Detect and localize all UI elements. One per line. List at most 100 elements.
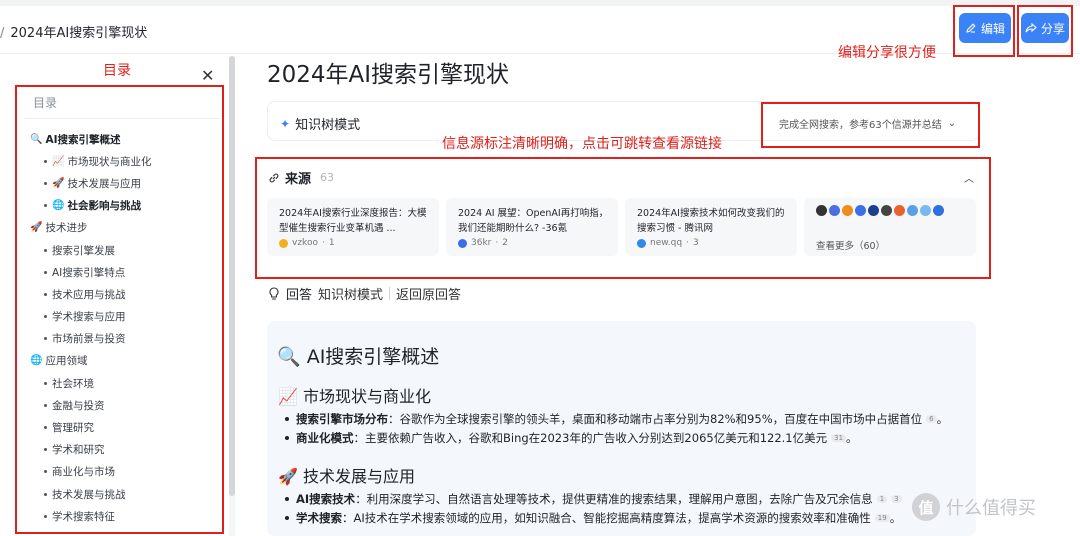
source-favicon-icon	[816, 205, 827, 216]
toc-divider	[24, 118, 220, 119]
toc-item[interactable]: 技术发展与挑战	[30, 483, 220, 505]
toc-item[interactable]: 🚀 技术进步	[30, 217, 220, 239]
vzkoo-favicon-icon	[279, 238, 288, 248]
share-button[interactable]: 分享	[1021, 13, 1069, 43]
toc-item-label: 商业化与市场	[52, 466, 115, 479]
answer-bullet: 学术搜索 ：AI技术在学术搜索领域的应用，如知识融合、智能挖掘高精度算法，提高学…	[285, 510, 901, 526]
toc-item-label: 技术应用与挑战	[52, 288, 126, 301]
bullet-dot	[44, 381, 47, 385]
bullet-dot	[44, 292, 47, 296]
more-sources-link[interactable]: 查看更多（60）	[816, 238, 885, 252]
toc-item[interactable]: 管理研究	[30, 416, 220, 438]
answer-bullet: AI搜索技术 ：利用深度学习、自然语言处理等技术，提供更精准的搜索结果，理解用户…	[285, 491, 902, 507]
source-favicon-icon	[842, 205, 853, 216]
answer-tab[interactable]: 回答	[286, 284, 312, 303]
toc-item[interactable]: AI搜索引擎特点	[30, 261, 220, 283]
toc-item[interactable]: 🚀 技术发展与应用	[30, 172, 220, 194]
bullet-dot	[44, 204, 47, 208]
toc-item-label: 金融与投资	[52, 399, 105, 412]
close-icon[interactable]: ✕	[201, 66, 214, 85]
citation-ref[interactable]: 31	[831, 434, 847, 442]
toc-emoji-icon: 🚀	[52, 177, 65, 189]
bullet-term: AI搜索技术	[296, 492, 356, 506]
section-heading: 📈 市场现状与商业化	[278, 387, 432, 406]
source-card[interactable]: 2024 AI 展望：OpenAI再打响指，我们还能期盼什么? -36氪 36k…	[446, 198, 618, 256]
annotation-edit-share: 编辑分享很方便	[838, 45, 936, 61]
more-sources-card[interactable]: 查看更多（60）	[804, 198, 976, 256]
toc-item[interactable]: 🔍 AI搜索引擎概述	[30, 128, 220, 150]
knowledge-tree-mode[interactable]: ✦ 知识树模式	[280, 114, 361, 134]
watermark-text: 什么值得买	[946, 498, 1036, 519]
source-favicon-icon	[855, 205, 866, 216]
source-site: new.qq	[650, 238, 683, 248]
chevron-up-icon[interactable]: ︿	[964, 170, 974, 185]
toc-item[interactable]: 学术搜索与应用	[30, 306, 220, 328]
toc-item-label: 技术发展与挑战	[52, 488, 126, 501]
citation-ref[interactable]: 1	[876, 495, 888, 503]
back-to-original-link[interactable]: 返回原回答	[396, 284, 461, 303]
answer-bar: 回答 知识树模式 返回原回答	[268, 284, 461, 303]
share-icon	[1025, 22, 1037, 33]
knowledge-tree-label: 知识树模式	[295, 118, 361, 133]
sidebar-scrollbar-thumb[interactable]	[229, 56, 235, 496]
breadcrumb-title[interactable]: 2024年AI搜索引擎现状	[10, 26, 147, 41]
page: /2024年AI搜索引擎现状 编辑 分享 编辑分享很方便 目录 ✕ 目录 🔍 AI…	[0, 0, 1080, 536]
toc-item[interactable]: 🌐 社会影响与挑战	[30, 195, 220, 217]
citation-ref[interactable]: 19	[874, 514, 890, 522]
source-favicon-icon	[933, 205, 944, 216]
toc-item[interactable]: 社会环境	[30, 372, 220, 394]
toc-item-label: 学术和研究	[52, 444, 105, 457]
bullet-dot	[44, 470, 47, 474]
toc-list: 🔍 AI搜索引擎概述 📈 市场现状与商业化 🚀 技术发展与应用 🌐 社会影响与挑战 🚀 技术进步搜…	[30, 128, 220, 527]
toc-title: 目录	[33, 96, 58, 110]
bullet-text: ：谷歌作为全球搜索引擎的领头羊，桌面和移动端市占率分别为82%和95%，百度在中…	[388, 412, 923, 426]
source-card-title: 2024 AI 展望：OpenAI再打响指，我们还能期盼什么? -36氪	[458, 208, 609, 234]
knowledge-tree-tab[interactable]: 知识树模式	[318, 284, 383, 303]
watermark: 值 什么值得买	[912, 493, 1036, 521]
source-card-meta: vzkoo · 1	[279, 238, 335, 248]
toc-item-label: 学术搜索特征	[52, 510, 115, 523]
qq-favicon-icon	[637, 238, 646, 248]
toc-emoji-icon: 🚀	[30, 222, 43, 234]
toc-item[interactable]: 市场前景与投资	[30, 328, 220, 350]
search-summary-toggle[interactable]: 完成全网搜索，参考63个信源并总结 ⌄	[779, 116, 956, 131]
source-index: 2	[502, 238, 508, 248]
toc-item[interactable]: 商业化与市场	[30, 461, 220, 483]
toc-item-label: 管理研究	[52, 422, 94, 435]
sparkle-icon: ✦	[280, 116, 291, 131]
edit-button[interactable]: 编辑	[959, 13, 1011, 43]
breadcrumb: / 2024年AI搜索引擎现状	[0, 22, 147, 41]
citation-ref[interactable]: 6	[926, 415, 937, 423]
toc-item-label: 市场前景与投资	[52, 333, 126, 346]
bullet-dot	[44, 159, 47, 163]
citation-ref[interactable]: 3	[891, 495, 902, 503]
toc-item[interactable]: 📈 市场现状与商业化	[30, 150, 220, 172]
bullet-dot	[44, 337, 47, 341]
bullet-tail: 。	[936, 412, 949, 426]
source-favicon-icon	[829, 205, 840, 216]
toc-item[interactable]: 搜索引擎发展	[30, 239, 220, 261]
source-card[interactable]: 2024年AI搜索行业深度报告：大模型催生搜索行业变革机遇 ... vzkoo ·…	[267, 198, 439, 256]
page-title: 2024年AI搜索引擎现状	[267, 62, 510, 88]
toc-item-label: 应用领域	[45, 355, 88, 368]
toc-item[interactable]: 技术应用与挑战	[30, 283, 220, 305]
breadcrumb-separator: /	[0, 26, 5, 41]
bullet-dot	[44, 514, 47, 518]
bullet-text: ：主要依赖广告收入，谷歌和Bing在2023年的广告收入分别达到2065亿美元和…	[353, 431, 828, 445]
sources-header[interactable]: 来源 63	[268, 168, 334, 187]
source-site: vzkoo	[292, 238, 318, 248]
toc-item[interactable]: 🌐 应用领域	[30, 350, 220, 372]
toc-emoji-icon: 📈	[52, 155, 65, 167]
toc-item[interactable]: 学术和研究	[30, 439, 220, 461]
source-card-title: 2024年AI搜索技术如何改变我们的搜索习惯 - 腾讯网	[637, 208, 785, 234]
toc-item[interactable]: 学术搜索特征	[30, 505, 220, 527]
pencil-icon	[966, 23, 976, 33]
annotation-sources: 信息源标注清晰明确，点击可跳转查看源链接	[442, 136, 722, 152]
source-card[interactable]: 2024年AI搜索技术如何改变我们的搜索习惯 - 腾讯网 new.qq · 3	[625, 198, 797, 256]
toc-item[interactable]: 金融与投资	[30, 394, 220, 416]
bullet-dot	[44, 248, 47, 252]
answer-bullet: 商业化模式 ：主要依赖广告收入，谷歌和Bing在2023年的广告收入分别达到20…	[285, 430, 858, 446]
toc-item-label: 学术搜索与应用	[52, 311, 126, 324]
toc-emoji-icon: 🌐	[30, 355, 43, 367]
share-label: 分享	[1040, 21, 1065, 36]
